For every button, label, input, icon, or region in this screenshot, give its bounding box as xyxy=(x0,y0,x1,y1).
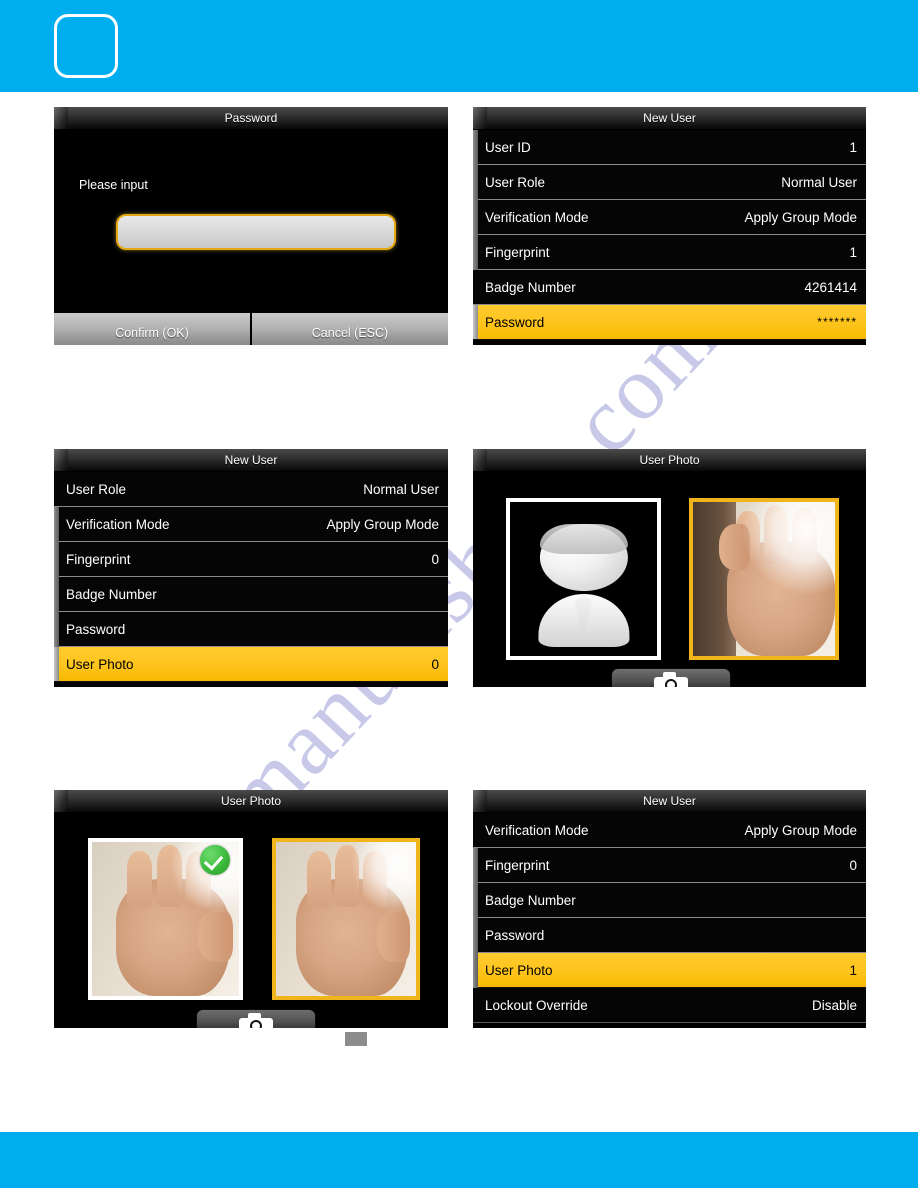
row-label: Verification Mode xyxy=(66,516,170,532)
row-label: Password xyxy=(66,621,126,637)
row-label: Badge Number xyxy=(485,892,576,908)
list-item[interactable]: Password xyxy=(473,918,866,953)
row-label: Badge Number xyxy=(485,279,576,295)
new-user-title: New User xyxy=(643,111,696,125)
row-label: Lockout Override xyxy=(485,997,588,1013)
row-label: Fingerprint xyxy=(485,857,550,873)
selection-tick-icon xyxy=(54,647,59,681)
row-value: 4261414 xyxy=(804,279,857,295)
list-item[interactable]: Fingerprint 1 xyxy=(473,235,866,270)
row-value: 1 xyxy=(849,244,857,260)
capture-photo-button[interactable] xyxy=(611,668,731,687)
row-value: ******* xyxy=(817,315,857,329)
new-user-lockout-titlebar: New User xyxy=(473,790,866,813)
cancel-button[interactable]: Cancel (ESC) xyxy=(250,313,448,345)
row-label: Password xyxy=(485,314,545,330)
row-value: Disable xyxy=(811,997,857,1013)
default-avatar-icon xyxy=(510,502,657,656)
new-user-photo-titlebar: New User xyxy=(54,449,448,472)
live-camera-preview-thumbnail[interactable] xyxy=(272,838,420,1000)
list-item[interactable]: Lockout Override Disable xyxy=(473,988,866,1023)
new-user-photo-list: User Role Normal User Verification Mode … xyxy=(54,472,448,682)
list-item[interactable]: Verification Mode Apply Group Mode xyxy=(473,813,866,848)
selection-tick-icon xyxy=(473,305,478,339)
list-scrollbar[interactable] xyxy=(473,848,478,988)
row-value: Normal User xyxy=(363,481,439,497)
row-value: 0 xyxy=(849,857,857,873)
panel-password-dialog: Password Please input Confirm (OK) Cance… xyxy=(54,107,448,345)
row-value: 0 xyxy=(431,551,439,567)
stray-artifact-box xyxy=(345,1032,367,1046)
list-item[interactable]: Badge Number xyxy=(54,577,448,612)
password-dialog-actions: Confirm (OK) Cancel (ESC) xyxy=(54,312,448,345)
logo-placeholder-icon xyxy=(54,14,118,78)
password-prompt-label: Please input xyxy=(79,178,148,192)
user-photo-captured-titlebar: User Photo xyxy=(54,790,448,813)
row-value: Normal User xyxy=(781,174,857,190)
row-label: Verification Mode xyxy=(485,209,589,225)
row-value: 0 xyxy=(431,656,439,672)
list-item[interactable]: Fingerprint 0 xyxy=(473,848,866,883)
photo-success-check-icon xyxy=(200,845,230,875)
row-value: Apply Group Mode xyxy=(744,822,857,838)
row-label: User ID xyxy=(485,139,531,155)
row-label: User Role xyxy=(66,481,127,497)
row-label: Verification Mode xyxy=(485,822,589,838)
row-label: Fingerprint xyxy=(66,551,131,567)
camera-icon xyxy=(654,672,688,687)
hand-photo-image xyxy=(693,502,835,656)
row-label: Badge Number xyxy=(66,586,157,602)
panel-user-photo-captured: User Photo xyxy=(54,790,448,1028)
password-input[interactable] xyxy=(116,214,396,250)
new-user-titlebar: New User xyxy=(473,107,866,130)
confirm-button[interactable]: Confirm (OK) xyxy=(54,313,250,345)
list-item[interactable]: User ID 1 xyxy=(473,130,866,165)
list-item[interactable]: Badge Number xyxy=(473,883,866,918)
row-value: 1 xyxy=(849,962,857,978)
new-user-photo-title: New User xyxy=(224,453,278,467)
list-item[interactable]: User Role Normal User xyxy=(54,472,448,507)
list-item[interactable]: Badge Number 4261414 xyxy=(473,270,866,305)
user-photo-title: User Photo xyxy=(639,453,700,467)
page-header-band xyxy=(0,0,918,92)
user-photo-captured-body xyxy=(54,813,448,1028)
row-label: Fingerprint xyxy=(485,244,550,260)
row-value: Apply Group Mode xyxy=(326,516,439,532)
row-label: Password xyxy=(485,927,545,943)
list-scrollbar[interactable] xyxy=(473,130,478,270)
password-dialog-title: Password xyxy=(224,111,278,125)
user-photo-captured-title: User Photo xyxy=(220,794,282,808)
row-value: 1 xyxy=(849,139,857,155)
list-item[interactable]: Password xyxy=(54,612,448,647)
list-item[interactable]: Verification Mode Apply Group Mode xyxy=(473,200,866,235)
password-dialog-titlebar: Password xyxy=(54,107,448,130)
list-item[interactable]: User Role Normal User xyxy=(473,165,866,200)
panel-new-user-photo-select: New User User Role Normal User Verificat… xyxy=(54,449,448,687)
panel-user-photo-capture: User Photo xyxy=(473,449,866,687)
row-value: Apply Group Mode xyxy=(744,209,857,225)
panel-new-user-lockout: New User Verification Mode Apply Group M… xyxy=(473,790,866,1028)
new-user-list: User ID 1 User Role Normal User Verifica… xyxy=(473,130,866,340)
camera-icon xyxy=(239,1013,273,1028)
row-label: User Photo xyxy=(66,656,134,672)
new-user-lockout-title: New User xyxy=(643,794,696,808)
user-photo-body xyxy=(473,472,866,687)
page-footer-band xyxy=(0,1132,918,1188)
new-user-lockout-list: Verification Mode Apply Group Mode Finge… xyxy=(473,813,866,1023)
list-item[interactable]: Verification Mode Apply Group Mode xyxy=(54,507,448,542)
password-dialog-body: Please input xyxy=(54,130,448,312)
hand-photo-image xyxy=(276,842,416,996)
panel-new-user-details: New User User ID 1 User Role Normal User… xyxy=(473,107,866,345)
list-item-selected[interactable]: User Photo 0 xyxy=(54,647,448,682)
list-item[interactable]: Fingerprint 0 xyxy=(54,542,448,577)
default-avatar-thumbnail[interactable] xyxy=(506,498,661,660)
list-item-selected[interactable]: User Photo 1 xyxy=(473,953,866,988)
capture-photo-button[interactable] xyxy=(196,1009,316,1028)
list-item-selected[interactable]: Password ******* xyxy=(473,305,866,340)
list-scrollbar[interactable] xyxy=(54,507,59,647)
user-photo-titlebar: User Photo xyxy=(473,449,866,472)
live-camera-preview-thumbnail[interactable] xyxy=(689,498,839,660)
row-label: User Role xyxy=(485,174,546,190)
row-label: User Photo xyxy=(485,962,553,978)
